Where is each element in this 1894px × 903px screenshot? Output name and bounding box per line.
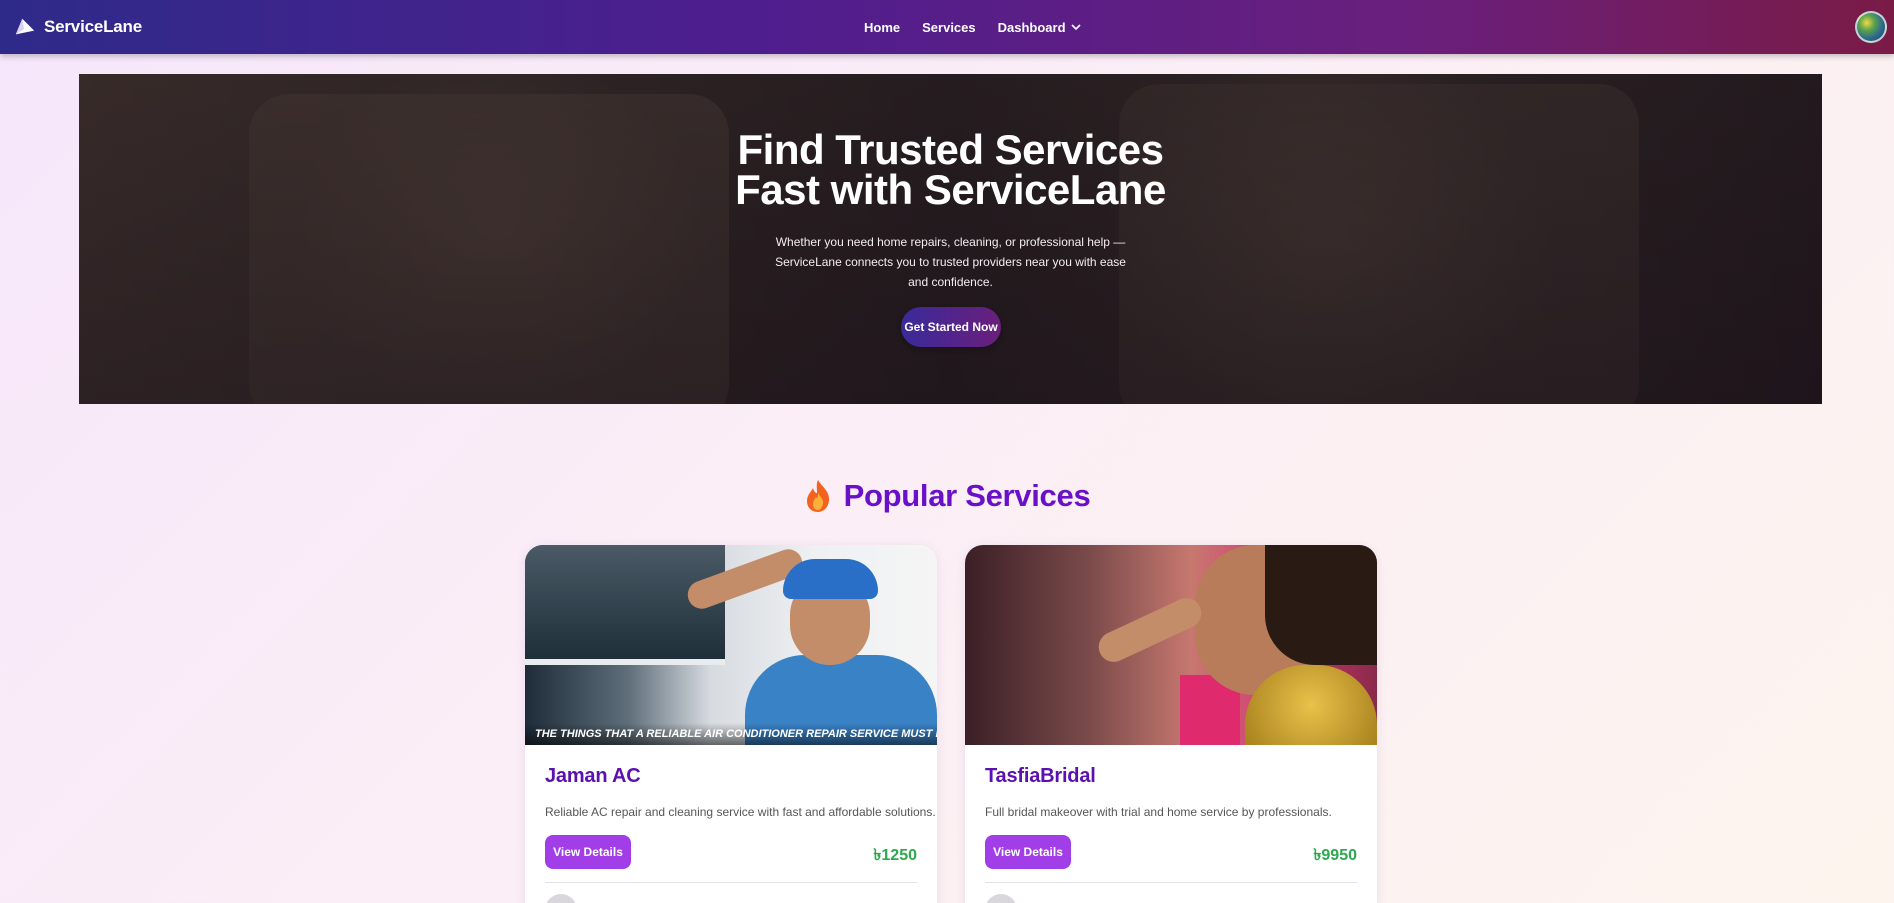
section-title: Popular Services [843, 478, 1091, 513]
hero-subtitle: Whether you need home repairs, cleaning,… [775, 235, 1126, 289]
service-card-image: THE THINGS THAT A RELIABLE AIR CONDITION… [525, 545, 937, 745]
card-divider [545, 882, 917, 883]
get-started-button[interactable]: Get Started Now [901, 307, 1001, 347]
service-card[interactable]: TasfiaBridal Full bridal makeover with t… [965, 545, 1377, 903]
hero-content: Find Trusted Services Fast with ServiceL… [79, 74, 1822, 404]
brand-name: ServiceLane [44, 17, 142, 36]
nav-dashboard-dropdown[interactable]: Dashboard [998, 20, 1081, 35]
service-price: ৳1250 [873, 847, 917, 864]
hero-title-line2: Fast with ServiceLane [735, 166, 1166, 213]
top-navbar: ServiceLane Home Services Dashboard [0, 0, 1894, 54]
technician-cap-graphic [783, 559, 878, 599]
service-name: TasfiaBridal [985, 765, 1096, 787]
card-divider [985, 882, 1357, 883]
image-caption: THE THINGS THAT A RELIABLE AIR CONDITION… [525, 723, 937, 745]
nav-home-link[interactable]: Home [864, 20, 900, 35]
paper-plane-icon [15, 18, 35, 35]
view-details-button[interactable]: View Details [545, 835, 631, 869]
nav-links: Home Services Dashboard [864, 0, 1081, 54]
service-description: Reliable AC repair and cleaning service … [545, 805, 936, 819]
service-description: Full bridal makeover with trial and home… [985, 805, 1332, 819]
hero-title: Find Trusted Services Fast with ServiceL… [79, 126, 1822, 213]
nav-services-link[interactable]: Services [922, 20, 976, 35]
view-details-button[interactable]: View Details [985, 835, 1071, 869]
hero-banner: Find Trusted Services Fast with ServiceL… [79, 74, 1822, 404]
service-price: ৳9950 [1313, 847, 1357, 864]
service-card[interactable]: THE THINGS THAT A RELIABLE AIR CONDITION… [525, 545, 937, 903]
user-avatar[interactable] [1855, 11, 1887, 43]
makeup-hand-graphic [1093, 593, 1207, 667]
provider-avatar [985, 894, 1017, 903]
service-name: Jaman AC [545, 765, 641, 787]
hero-title-line1: Find Trusted Services [737, 126, 1165, 173]
chevron-down-icon [1070, 24, 1081, 31]
bride-hair-graphic [1265, 545, 1377, 665]
nav-dashboard-label: Dashboard [997, 19, 1066, 35]
service-card-image [965, 545, 1377, 745]
provider-avatar [545, 894, 577, 903]
brand-link[interactable]: ServiceLane [14, 0, 142, 54]
popular-services-heading: Popular Services [0, 475, 1894, 517]
flame-icon [806, 480, 829, 512]
